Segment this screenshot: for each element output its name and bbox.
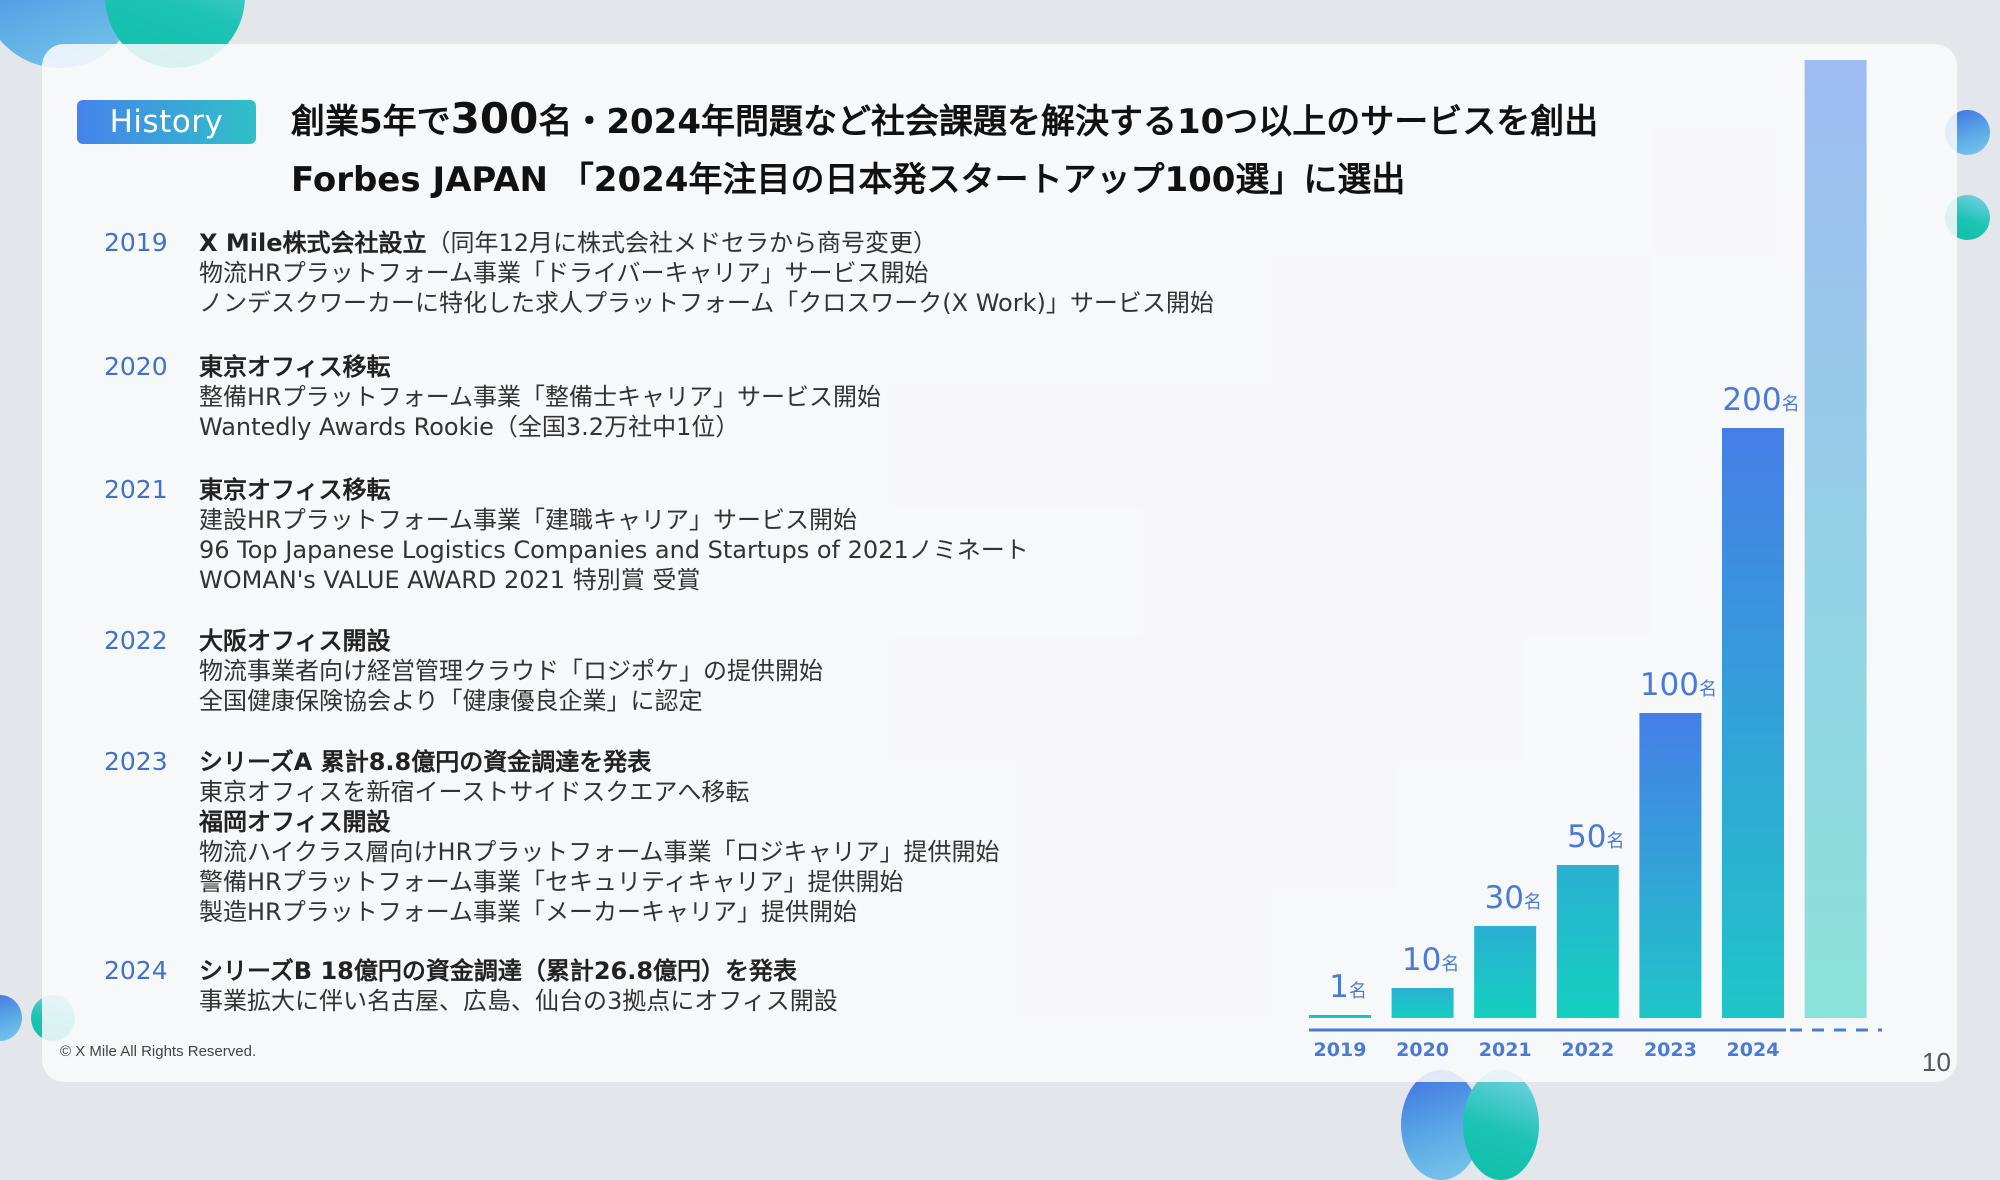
timeline-entry-2022: 2022 大阪オフィス開設 物流事業者向け経営管理クラウド「ロジポケ」の提供開始 全国… bbox=[104, 626, 1214, 716]
timeline-line-text: 製造HRプラットフォーム事業「メーカーキャリア」提供開始 bbox=[199, 898, 858, 926]
timeline-detail: WOMAN's VALUE AWARD 2021 特別賞 受賞 bbox=[199, 565, 1214, 595]
headline-big-number: 300 bbox=[450, 94, 539, 143]
copyright-text: © X Mile All Rights Reserved. bbox=[60, 1043, 257, 1060]
timeline-headline: 東京オフィス移転 bbox=[199, 475, 1214, 505]
timeline-line-text: 96 Top Japanese Logistics Companies and … bbox=[199, 536, 1029, 564]
timeline-headline: 大阪オフィス開設 bbox=[199, 626, 1214, 656]
timeline-line-text: 大阪オフィス開設 bbox=[199, 627, 391, 655]
timeline-line-text: 物流ハイクラス層向けHRプラットフォーム事業「ロジキャリア」提供開始 bbox=[199, 838, 1000, 866]
timeline-line-text: シリーズB 18億円の資金調達（累計26.8億円）を発表 bbox=[199, 957, 798, 985]
history-badge: History bbox=[77, 100, 256, 144]
timeline-line-text: WOMAN's VALUE AWARD 2021 特別賞 受賞 bbox=[199, 566, 701, 594]
page-number: 10 bbox=[1922, 1047, 1951, 1077]
timeline-headline: X Mile株式会社設立（同年12月に株式会社メドセラから商号変更） bbox=[199, 228, 1214, 258]
timeline-line-text: ノンデスクワーカーに特化した求人プラットフォーム「クロスワーク(X Work)」… bbox=[199, 289, 1214, 317]
timeline-line-text: 警備HRプラットフォーム事業「セキュリティキャリア」提供開始 bbox=[199, 868, 904, 896]
timeline-detail: 整備HRプラットフォーム事業「整備士キャリア」サービス開始 bbox=[199, 382, 1214, 412]
timeline-headline: シリーズA 累計8.8億円の資金調達を発表 bbox=[199, 747, 1214, 777]
timeline-detail: 物流ハイクラス層向けHRプラットフォーム事業「ロジキャリア」提供開始 bbox=[199, 837, 1214, 867]
timeline-line-text: 物流HRプラットフォーム事業「ドライバーキャリア」サービス開始 bbox=[199, 259, 929, 287]
timeline-detail: 96 Top Japanese Logistics Companies and … bbox=[199, 535, 1214, 565]
timeline-line-text: 福岡オフィス開設 bbox=[199, 808, 391, 836]
timeline-detail: 物流HRプラットフォーム事業「ドライバーキャリア」サービス開始 bbox=[199, 258, 1214, 288]
timeline-line-text: X Mile株式会社設立 bbox=[199, 229, 427, 257]
timeline-detail: 事業拡大に伴い名古屋、広島、仙台の3拠点にオフィス開設 bbox=[199, 986, 1214, 1016]
timeline-year: 2019 bbox=[104, 228, 168, 257]
timeline-headline: 東京オフィス移転 bbox=[199, 352, 1214, 382]
timeline-line-text: 事業拡大に伴い名古屋、広島、仙台の3拠点にオフィス開設 bbox=[199, 987, 838, 1015]
timeline-line-text: 整備HRプラットフォーム事業「整備士キャリア」サービス開始 bbox=[199, 383, 882, 411]
timeline-line-text: 東京オフィス移転 bbox=[199, 353, 391, 381]
timeline-entry-2019: 2019 X Mile株式会社設立（同年12月に株式会社メドセラから商号変更） 物流… bbox=[104, 228, 1214, 318]
timeline-detail: 物流事業者向け経営管理クラウド「ロジポケ」の提供開始 bbox=[199, 656, 1214, 686]
timeline-entry-2020: 2020 東京オフィス移転 整備HRプラットフォーム事業「整備士キャリア」サービス開… bbox=[104, 352, 1214, 442]
headline-suffix: 名・2024年問題など社会課題を解決する10つ以上のサービスを創出 bbox=[538, 102, 1599, 142]
timeline-year: 2021 bbox=[104, 475, 168, 504]
headline-line-2: Forbes JAPAN 「2024年注目の日本発スタートアップ100選」に選出 bbox=[291, 160, 1406, 200]
timeline-detail: ノンデスクワーカーに特化した求人プラットフォーム「クロスワーク(X Work)」… bbox=[199, 288, 1214, 318]
timeline-detail: Wantedly Awards Rookie（全国3.2万社中1位） bbox=[199, 412, 1214, 442]
decorative-circle-blue-left bbox=[0, 995, 22, 1041]
timeline-entry-2023: 2023 シリーズA 累計8.8億円の資金調達を発表 東京オフィスを新宿イーストサイ… bbox=[104, 747, 1214, 927]
timeline-detail: 東京オフィスを新宿イーストサイドスクエアへ移転 bbox=[199, 777, 1214, 807]
timeline-entry-2021: 2021 東京オフィス移転 建設HRプラットフォーム事業「建職キャリア」サービス開始… bbox=[104, 475, 1214, 595]
timeline-year: 2020 bbox=[104, 352, 168, 381]
headline-prefix: 創業5年で bbox=[291, 102, 451, 142]
timeline-entry-2024: 2024 シリーズB 18億円の資金調達（累計26.8億円）を発表 事業拡大に伴い名… bbox=[104, 956, 1214, 1016]
timeline-line-text: 東京オフィス移転 bbox=[199, 476, 391, 504]
timeline-headline: シリーズB 18億円の資金調達（累計26.8億円）を発表 bbox=[199, 956, 1214, 986]
timeline-headline: 福岡オフィス開設 bbox=[199, 807, 1214, 837]
timeline-detail: 全国健康保険協会より「健康優良企業」に認定 bbox=[199, 686, 1214, 716]
timeline-line-text: Wantedly Awards Rookie（全国3.2万社中1位） bbox=[199, 413, 740, 441]
history-timeline: 2019 X Mile株式会社設立（同年12月に株式会社メドセラから商号変更） 物流… bbox=[104, 228, 1214, 1016]
headline-line-1: 創業5年で300名・2024年問題など社会課題を解決する10つ以上のサービスを創… bbox=[291, 94, 1598, 143]
timeline-detail: 製造HRプラットフォーム事業「メーカーキャリア」提供開始 bbox=[199, 897, 1214, 927]
timeline-year: 2023 bbox=[104, 747, 168, 776]
timeline-year: 2024 bbox=[104, 956, 168, 985]
timeline-detail: 建設HRプラットフォーム事業「建職キャリア」サービス開始 bbox=[199, 505, 1214, 535]
timeline-line-text: シリーズA 累計8.8億円の資金調達を発表 bbox=[199, 748, 652, 776]
timeline-detail: 警備HRプラットフォーム事業「セキュリティキャリア」提供開始 bbox=[199, 867, 1214, 897]
timeline-year: 2022 bbox=[104, 626, 168, 655]
timeline-line-suffix: （同年12月に株式会社メドセラから商号変更） bbox=[426, 229, 938, 257]
decorative-circle-teal-bottom bbox=[1463, 1070, 1539, 1180]
timeline-line-text: 建設HRプラットフォーム事業「建職キャリア」サービス開始 bbox=[199, 506, 858, 534]
timeline-line-text: 東京オフィスを新宿イーストサイドスクエアへ移転 bbox=[199, 778, 750, 806]
timeline-line-text: 物流事業者向け経営管理クラウド「ロジポケ」の提供開始 bbox=[199, 657, 823, 685]
timeline-line-text: 全国健康保険協会より「健康優良企業」に認定 bbox=[199, 687, 703, 715]
